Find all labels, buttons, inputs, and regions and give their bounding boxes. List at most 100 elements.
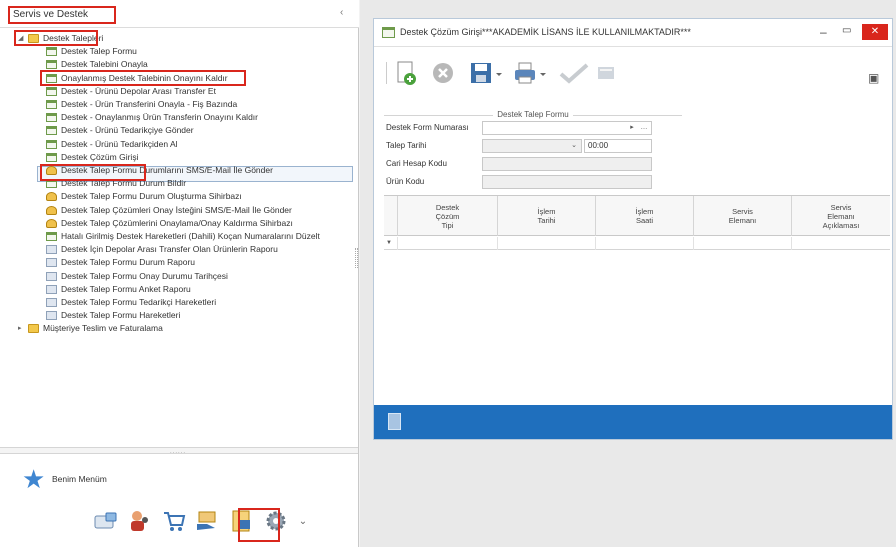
tree-item-label: Destek Talep Çözümleri Onay İsteğini SMS…: [61, 204, 292, 215]
report-icon: [46, 245, 57, 255]
wizard-icon: [46, 192, 57, 202]
tree-item-label: Destek Çözüm Girişi: [61, 151, 139, 162]
request-time-field[interactable]: 00:00: [584, 139, 652, 153]
tree-item[interactable]: Destek - Ürünü Depolar Arası Transfer Et: [46, 85, 216, 98]
tree-item[interactable]: Destek Talep Formu Tedarikçi Hareketleri: [46, 296, 216, 309]
grid-icon[interactable]: [596, 60, 616, 86]
form-icon: [46, 47, 57, 57]
product-code-field[interactable]: [482, 175, 652, 189]
form-icon: [382, 27, 395, 38]
tree-item-label: Destek - Ürünü Tedarikçiden Al: [61, 138, 178, 149]
tree-item[interactable]: Destek - Ürünü Tedarikçiden Al: [46, 138, 178, 151]
wizard-icon: [46, 218, 57, 228]
group-title: Destek Talep Formu: [493, 110, 573, 119]
new-icon[interactable]: [394, 60, 420, 86]
lookup-arrow-icon[interactable]: ▸: [627, 123, 637, 133]
column-header[interactable]: İşlem Tarihi: [498, 196, 596, 236]
tree-item[interactable]: Destek - Ürünü Tedarikçiye Gönder: [46, 124, 194, 137]
grid-cell[interactable]: [694, 237, 792, 250]
tree-item[interactable]: Destek - Ürün Transferini Onayla - Fiş B…: [46, 98, 237, 111]
print-icon[interactable]: [512, 60, 548, 86]
tree-item[interactable]: Destek Talep Formu Durum Oluşturma Sihir…: [46, 190, 242, 203]
tree-item[interactable]: Destek Talep Formu: [46, 45, 137, 58]
tree-item[interactable]: Destek Talep Çözümleri Onay İsteğini SMS…: [46, 204, 292, 217]
grid-cell[interactable]: [398, 237, 498, 250]
tree-item[interactable]: Destek - Onaylanmış Ürün Transferin Onay…: [46, 111, 258, 124]
new-row-marker: ▼: [384, 237, 398, 250]
grid-cell[interactable]: [498, 237, 596, 250]
grid-new-row[interactable]: ▼: [384, 237, 890, 250]
attachment-icon[interactable]: [388, 413, 401, 430]
toolbar-separator: [386, 62, 387, 84]
window-toolbar: [374, 48, 892, 98]
minimize-button[interactable]: –: [820, 25, 827, 39]
form-icon: [46, 126, 57, 136]
form-icon: [46, 86, 57, 96]
column-header[interactable]: Servis Elemanı: [694, 196, 792, 236]
tree-folder[interactable]: ▸ Müşteriye Teslim ve Faturalama: [18, 322, 163, 335]
ellipsis-button[interactable]: …: [639, 123, 649, 133]
tree-item[interactable]: Destek Talep Çözümlerini Onaylama/Onay K…: [46, 217, 293, 230]
navigation-panel: Servis ve Destek ‹ ◢ Destek Talepleri Dest…: [0, 0, 359, 547]
report-icon: [46, 311, 57, 321]
folder-icon: [28, 324, 39, 334]
approve-icon[interactable]: [558, 60, 590, 86]
tree-item-label: Destek - Ürünü Tedarikçiye Gönder: [61, 125, 194, 136]
tree-item[interactable]: Destek Çözüm Girişi: [46, 151, 138, 164]
divider-grip: ......: [170, 449, 187, 455]
tree-item-label: Destek - Ürün Transferini Onayla - Fiş B…: [61, 99, 238, 109]
grid-cell[interactable]: [792, 237, 890, 250]
account-code-field[interactable]: [482, 157, 652, 171]
request-date-label: Talep Tarihi: [386, 141, 427, 150]
tree-item[interactable]: Destek Talep Formu Anket Raporu: [46, 283, 191, 296]
column-header[interactable]: Servis Elemanı Açıklaması: [792, 196, 890, 236]
splitter-handle[interactable]: [355, 248, 358, 268]
report-icon: [46, 284, 57, 294]
cancel-icon[interactable]: [430, 60, 456, 86]
maximize-button[interactable]: ▭: [842, 25, 851, 36]
column-header[interactable]: İşlem Saati: [596, 196, 694, 236]
tree-item[interactable]: Destek Talep Formu Onay Durumu Tarihçesi: [46, 270, 228, 283]
close-button[interactable]: ✕: [862, 24, 888, 40]
tree-item[interactable]: Destek Talep Formu Durum Raporu: [46, 256, 195, 269]
tree-item-label: Destek Talep Formu Onay Durumu Tarihçesi: [61, 270, 228, 281]
favorites-item[interactable]: ★ Benim Menüm: [22, 466, 107, 492]
tree-item-label: Destek Talep Formu Durum Oluşturma Sihir…: [61, 191, 242, 202]
tree-item-label: Destek Talep Formu Hareketleri: [61, 310, 181, 321]
panel-header: Servis ve Destek ‹: [0, 0, 359, 28]
form-number-label: Destek Form Numarası: [386, 123, 469, 132]
tree-item[interactable]: Hatalı Girilmiş Destek Hareketleri (Dahi…: [46, 230, 320, 243]
highlight-folder: [14, 30, 98, 46]
card-icon[interactable]: [92, 508, 120, 534]
grid-cell[interactable]: [596, 237, 694, 250]
hand-icon[interactable]: [194, 508, 222, 534]
grid-header: Destek Çözüm Tipi İşlem Tarihi İşlem Saa…: [384, 196, 890, 236]
star-icon: ★: [22, 464, 46, 494]
form-number-field[interactable]: ▸ …: [482, 121, 652, 135]
panel-divider[interactable]: ......: [0, 447, 358, 455]
expander-icon[interactable]: ▸: [18, 322, 26, 335]
highlight-transfer-item: [40, 70, 246, 86]
column-header[interactable]: Destek Çözüm Tipi: [398, 196, 498, 236]
save-icon[interactable]: [468, 60, 504, 86]
row-indicator-header: [384, 196, 398, 236]
form-icon: [46, 232, 57, 241]
collapse-panel-button[interactable]: ‹: [340, 7, 343, 18]
window-statusbar: [374, 405, 892, 439]
more-modules-button[interactable]: ⌄: [296, 508, 310, 534]
tree-item-label: Destek Talep Formu: [61, 46, 137, 57]
panel-title: Servis ve Destek: [8, 6, 116, 24]
report-icon: [46, 298, 57, 307]
tree-item[interactable]: Destek İçin Depolar Arası Transfer Olan …: [46, 243, 278, 256]
chevron-down-icon[interactable]: ⌄: [569, 141, 579, 151]
account-code-label: Cari Hesap Kodu: [386, 159, 447, 168]
panel-icon[interactable]: ▣: [868, 71, 879, 85]
cart-icon[interactable]: [160, 508, 188, 534]
request-date-field[interactable]: ⌄: [482, 139, 582, 153]
users-icon[interactable]: [126, 508, 154, 534]
report-icon: [46, 258, 57, 268]
tree-item[interactable]: Destek Talep Formu Hareketleri: [46, 309, 180, 322]
request-date-row: Talep Tarihi ⌄ 00:00: [384, 139, 682, 154]
form-icon: [46, 113, 57, 123]
window-titlebar[interactable]: Destek Çözüm Girişi***AKADEMİK LİSANS İL…: [374, 19, 892, 47]
